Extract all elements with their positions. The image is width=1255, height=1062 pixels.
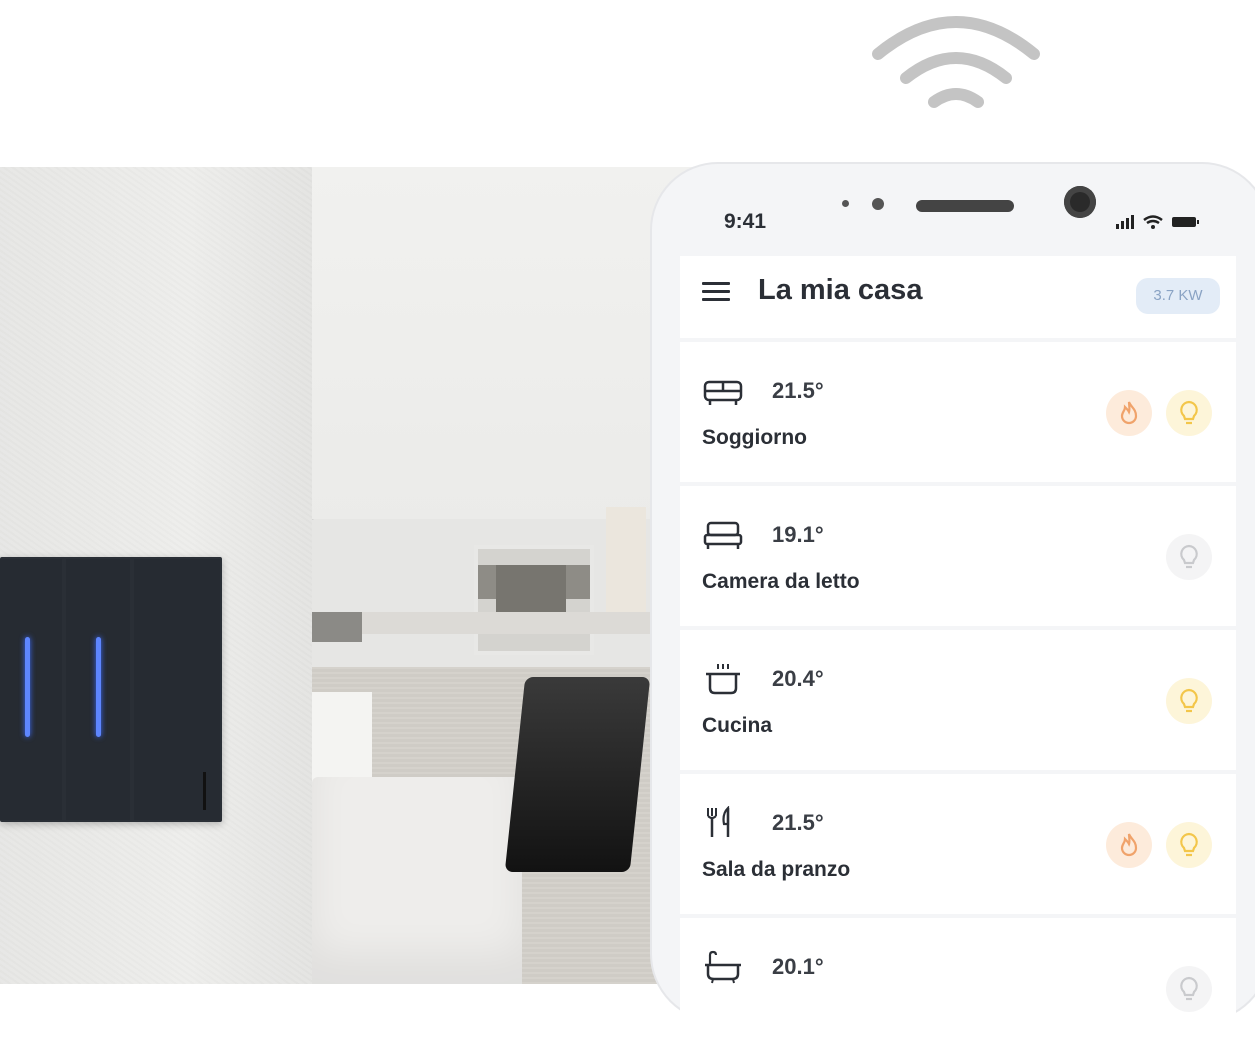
room-name: Camera da letto bbox=[702, 570, 860, 593]
bed-icon bbox=[703, 521, 743, 549]
wifi-icon bbox=[872, 16, 1040, 108]
switch-led bbox=[96, 637, 101, 737]
room-name: Soggiorno bbox=[702, 426, 807, 449]
sofa-icon bbox=[703, 380, 743, 405]
room-name: Cucina bbox=[702, 714, 773, 737]
room-temperature: 21.5° bbox=[772, 810, 824, 835]
page-title: La mia casa bbox=[758, 274, 923, 306]
room-name: Sala da pranzo bbox=[702, 858, 851, 881]
light-bulb-icon[interactable] bbox=[1166, 822, 1212, 868]
bathtub-icon bbox=[705, 950, 741, 984]
heating-flame-icon[interactable] bbox=[1106, 390, 1152, 436]
light-bulb-icon[interactable] bbox=[1166, 390, 1212, 436]
room-card-cucina[interactable]: 20.4° Cucina bbox=[680, 630, 1236, 770]
floor-lamp bbox=[606, 507, 646, 617]
phone-mockup: 9:41 La mia casa 3.7 KW 21.5° Soggiorno … bbox=[650, 162, 1255, 1058]
room-card-bagno[interactable]: 20.1° bbox=[680, 918, 1236, 1058]
speaker-grille bbox=[916, 200, 1014, 212]
light-bulb-icon[interactable] bbox=[1166, 678, 1212, 724]
status-time: 9:41 bbox=[724, 210, 767, 233]
light-bulb-icon[interactable] bbox=[1166, 534, 1212, 580]
room-card-camera-da-letto[interactable]: 19.1° Camera da letto bbox=[680, 486, 1236, 626]
sofa bbox=[312, 777, 522, 984]
light-bulb-icon[interactable] bbox=[1166, 966, 1212, 1012]
power-consumption-badge[interactable]: 3.7 KW bbox=[1136, 278, 1220, 314]
room-temperature: 20.4° bbox=[772, 666, 824, 691]
wall-light-switch bbox=[0, 557, 222, 822]
room-temperature: 19.1° bbox=[772, 522, 824, 547]
switch-led bbox=[25, 637, 30, 737]
room-background bbox=[312, 167, 700, 527]
fork-knife-icon bbox=[707, 806, 730, 837]
heating-flame-icon[interactable] bbox=[1106, 822, 1152, 868]
room-temperature: 21.5° bbox=[772, 378, 824, 403]
room-list: 21.5° Soggiorno 19.1° Camera da letto 20… bbox=[680, 342, 1236, 1062]
cooking-pot-icon bbox=[706, 664, 740, 695]
room-temperature: 20.1° bbox=[772, 954, 824, 979]
wall-art-frame bbox=[474, 545, 594, 655]
room-card-soggiorno[interactable]: 21.5° Soggiorno bbox=[680, 342, 1236, 482]
marble-shelf bbox=[312, 612, 672, 634]
signal-wifi-battery-icon bbox=[1116, 215, 1199, 229]
app-header: La mia casa 3.7 KW bbox=[680, 256, 1236, 338]
interior-photo bbox=[0, 167, 700, 984]
status-bar: 9:41 bbox=[652, 164, 1255, 244]
menu-icon[interactable] bbox=[702, 280, 730, 304]
room-card-sala-da-pranzo[interactable]: 21.5° Sala da pranzo bbox=[680, 774, 1236, 914]
black-bench bbox=[504, 677, 651, 872]
front-camera bbox=[1064, 186, 1096, 218]
